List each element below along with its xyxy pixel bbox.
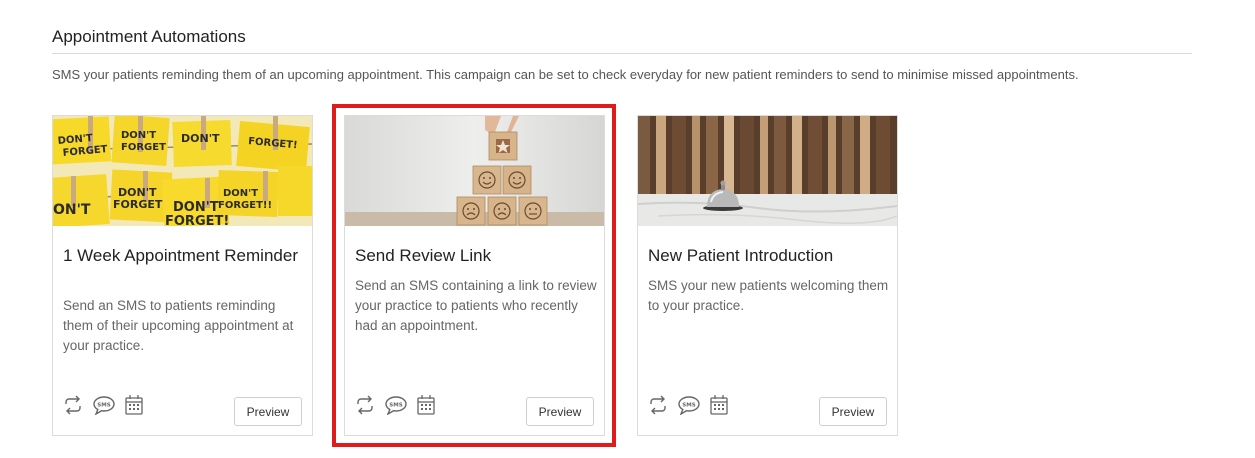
sticky-notes-image: DON'T FORGET DON'T FORGET DON'T FORGET! … <box>53 116 312 226</box>
section-description: SMS your patients reminding them of an u… <box>52 67 1079 82</box>
svg-text:SMS: SMS <box>389 403 402 409</box>
reception-bell-image <box>638 116 897 226</box>
preview-button[interactable]: Preview <box>526 397 594 426</box>
sms-icon: SMS <box>677 395 701 415</box>
svg-text:FORGET: FORGET <box>113 198 163 211</box>
card-title: Send Review Link <box>355 246 492 265</box>
svg-text:SMS: SMS <box>682 403 695 409</box>
svg-text:DON'T: DON'T <box>181 132 220 145</box>
svg-text:SMS: SMS <box>97 403 110 409</box>
svg-text:FORGET!!: FORGET!! <box>218 200 272 211</box>
card-title: New Patient Introduction <box>648 246 834 265</box>
svg-text:FORGET: FORGET <box>121 142 166 153</box>
automation-card-appointment-reminder[interactable]: DON'T FORGET DON'T FORGET DON'T FORGET! … <box>52 115 313 436</box>
preview-button[interactable]: Preview <box>234 397 302 426</box>
repeat-icon <box>62 395 84 415</box>
card-title: 1 Week Appointment Reminder <box>63 246 298 265</box>
card-description: SMS your new patients welcoming them to … <box>648 278 889 313</box>
calendar-icon <box>124 394 144 416</box>
repeat-icon <box>354 395 376 415</box>
svg-text:DON'T: DON'T <box>223 188 258 199</box>
svg-text:DON'T: DON'T <box>121 130 156 141</box>
card-description: Send an SMS to patients reminding them o… <box>63 298 294 353</box>
svg-text:FORGET!: FORGET! <box>165 214 229 226</box>
svg-text:DON'T: DON'T <box>173 200 219 215</box>
sms-icon: SMS <box>92 395 116 415</box>
calendar-icon <box>416 394 436 416</box>
rating-blocks-image <box>345 116 604 226</box>
card-description: Send an SMS containing a link to review … <box>355 278 597 333</box>
card-icons: SMS <box>354 394 436 416</box>
automation-card-send-review-link[interactable]: Send Review Link Send an SMS containing … <box>344 115 605 436</box>
sms-icon: SMS <box>384 395 408 415</box>
card-icons: SMS <box>62 394 144 416</box>
section-title: Appointment Automations <box>52 27 246 46</box>
repeat-icon <box>647 395 669 415</box>
svg-text:ON'T: ON'T <box>53 202 91 218</box>
card-icons: SMS <box>647 394 729 416</box>
calendar-icon <box>709 394 729 416</box>
automation-card-new-patient-introduction[interactable]: New Patient Introduction SMS your new pa… <box>637 115 898 436</box>
section-divider <box>52 53 1192 54</box>
preview-button[interactable]: Preview <box>819 397 887 426</box>
